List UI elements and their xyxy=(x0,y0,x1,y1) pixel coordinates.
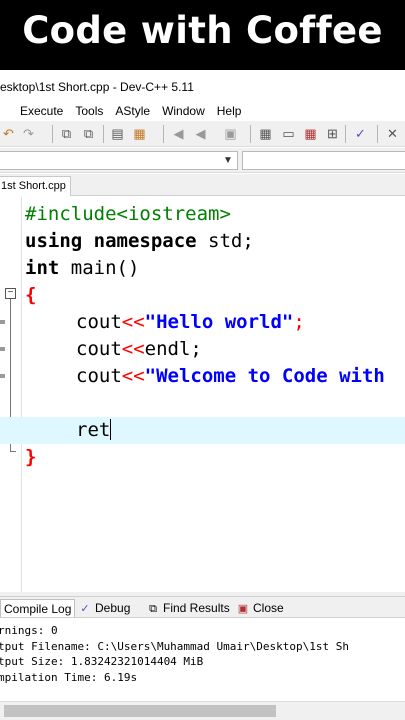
goto-icon[interactable]: ▤ xyxy=(109,125,126,142)
close-panel-icon: ▣ xyxy=(237,603,249,615)
find-results-icon: ⧉ xyxy=(149,603,157,615)
replace-icon[interactable]: ⧉ xyxy=(80,125,97,142)
window-icon[interactable]: ▭ xyxy=(280,125,297,142)
debug-label: Debug xyxy=(95,601,131,615)
log-line-compilation-time: mpilation Time: 6.19s xyxy=(0,670,138,684)
open-brace: { xyxy=(25,284,37,306)
shift-operator: << xyxy=(121,338,145,360)
tab-close[interactable]: ▣ Close xyxy=(236,599,284,617)
code-line-2: using namespace std; xyxy=(0,228,405,255)
menu-bar: Execute Tools AStyle Window Help xyxy=(0,101,405,121)
code-line-10: } xyxy=(0,444,405,471)
code-line-4: { xyxy=(0,282,405,309)
debug-check-icon: ✓ xyxy=(80,603,90,615)
find-results-label: Find Results xyxy=(163,601,230,615)
class-toolbar: ▼ xyxy=(0,148,405,173)
namespace-std: std; xyxy=(196,230,254,252)
text-caret xyxy=(110,419,112,440)
code-editor[interactable]: − #include<iostream> using namespace std… xyxy=(0,197,405,592)
namespace-keyword: namespace xyxy=(93,230,197,252)
bottom-panel-tabs: Compile Log ✓ Debug ⧉ Find Results ▣ Close xyxy=(0,596,405,618)
compile-log-output: rnings: 0 tput Filename: C:\Users\Muhamm… xyxy=(0,619,405,701)
tab-1st-short[interactable]: 1st Short.cpp xyxy=(0,176,71,196)
using-keyword: using xyxy=(25,230,83,252)
cout-ident: cout xyxy=(76,365,122,387)
member-dropdown[interactable] xyxy=(242,151,405,170)
close-label: Close xyxy=(253,601,284,615)
editor-tabstrip: 1st Short.cpp xyxy=(0,174,405,196)
code-lines: #include<iostream> using namespace std; … xyxy=(0,201,405,468)
undo-icon[interactable]: ↶ xyxy=(0,125,17,142)
horizontal-scrollbar[interactable] xyxy=(0,701,405,720)
stop-icon[interactable]: ▣ xyxy=(222,125,239,142)
ret-partial: ret xyxy=(76,419,111,441)
toolbar-separator xyxy=(52,125,53,143)
toolbar-separator xyxy=(345,125,346,143)
grid-icon[interactable]: ⊞ xyxy=(324,125,341,142)
window-title: esktop\1st Short.cpp - Dev-C++ 5.11 xyxy=(0,76,405,98)
endl-statement: endl; xyxy=(144,338,202,360)
check-icon[interactable]: ✓ xyxy=(352,125,369,142)
semicolon: ; xyxy=(293,311,305,333)
chevron-down-icon[interactable]: ▼ xyxy=(221,152,235,169)
redo-icon[interactable]: ↷ xyxy=(20,125,37,142)
bookmark-icon[interactable]: ▦ xyxy=(131,125,148,142)
menu-item-execute[interactable]: Execute xyxy=(20,101,63,121)
toolbar-separator xyxy=(377,125,378,143)
int-keyword: int xyxy=(25,257,60,279)
log-line-warnings: rnings: 0 xyxy=(0,624,58,637)
code-line-1: #include<iostream> xyxy=(0,201,405,228)
scope-dropdown[interactable]: ▼ xyxy=(0,151,238,170)
welcome-string: "Welcome to Code with xyxy=(144,365,385,387)
code-line-5: cout<<"Hello world"; xyxy=(0,309,405,336)
layout-icon[interactable]: ▦ xyxy=(257,125,274,142)
find-icon[interactable]: ⧉ xyxy=(58,125,75,142)
menu-item-window[interactable]: Window xyxy=(162,101,205,121)
tab-debug[interactable]: ✓ Debug xyxy=(78,599,130,617)
menu-item-help[interactable]: Help xyxy=(217,101,242,121)
tab-compile-log[interactable]: Compile Log xyxy=(0,599,76,617)
chart-icon[interactable]: ▦ xyxy=(302,125,319,142)
tab-find-results[interactable]: ⧉ Find Results xyxy=(146,599,230,617)
back-icon[interactable]: ◀ xyxy=(170,125,187,142)
main-signature: main() xyxy=(59,257,140,279)
code-line-3: int main() xyxy=(0,255,405,282)
log-line-output-filename: tput Filename: C:\Users\Muhammad Umair\D… xyxy=(0,639,349,653)
cout-ident: cout xyxy=(76,338,122,360)
code-line-9-current: ret xyxy=(0,417,405,444)
close-brace: } xyxy=(25,446,37,468)
main-toolbar: ↶ ↷ ⧉ ⧉ ▤ ▦ ◀ ◀ ▣ ▦ ▭ ▦ ⊞ ✓ ✕ xyxy=(0,121,405,147)
menu-item-tools[interactable]: Tools xyxy=(75,101,103,121)
include-directive: #include<iostream> xyxy=(25,203,231,225)
menu-item-astyle[interactable]: AStyle xyxy=(115,101,150,121)
close-icon[interactable]: ✕ xyxy=(384,125,401,142)
toolbar-separator xyxy=(103,125,104,143)
video-banner-title: Code with Coffee xyxy=(0,0,405,70)
log-line-output-size: tput Size: 1.83242321014404 MiB xyxy=(0,655,204,668)
forward-icon[interactable]: ◀ xyxy=(192,125,209,142)
toolbar-separator xyxy=(163,125,164,143)
hello-string: "Hello world" xyxy=(144,311,294,333)
cout-ident: cout xyxy=(76,311,122,333)
shift-operator: << xyxy=(121,311,145,333)
scrollbar-thumb[interactable] xyxy=(4,705,276,717)
code-line-6: cout<<endl; xyxy=(0,336,405,363)
toolbar-separator xyxy=(250,125,251,143)
compile-log-label: Compile Log xyxy=(4,602,72,616)
code-line-7: cout<<"Welcome to Code with xyxy=(0,363,405,390)
shift-operator: << xyxy=(121,365,145,387)
